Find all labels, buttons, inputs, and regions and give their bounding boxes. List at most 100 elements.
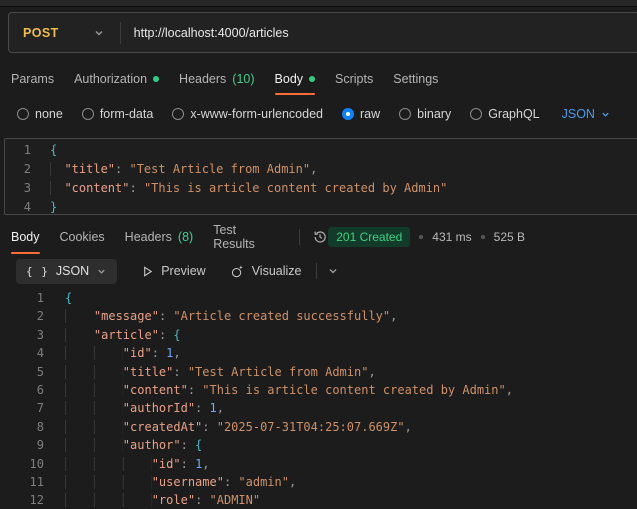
status-badge[interactable]: 201 Created xyxy=(328,226,411,247)
line-number: 4 xyxy=(36,346,44,361)
visualize-button[interactable]: Visualize xyxy=(230,264,302,279)
tab-scripts[interactable]: Scripts xyxy=(325,62,383,95)
response-toolbar: { } JSON Preview Visualize xyxy=(16,258,637,284)
code-text: "title": "Test Article from Admin", xyxy=(50,160,317,179)
language-select[interactable]: JSON xyxy=(562,107,611,121)
mode-raw[interactable]: raw xyxy=(342,107,380,121)
line-number: 4 xyxy=(23,200,31,214)
code-line: 3 "content": "This is article content cr… xyxy=(5,179,637,198)
mode-binary[interactable]: binary xyxy=(399,107,451,121)
code-line: 8 "createdAt": "2025-07-31T04:25:07.669Z… xyxy=(0,418,637,436)
mode-x-www-form-urlencoded[interactable]: x-www-form-urlencoded xyxy=(172,107,323,121)
chevron-down-icon xyxy=(602,112,609,117)
code-text: "username": "admin", xyxy=(65,473,296,491)
line-number: 5 xyxy=(36,364,44,379)
response-headers-count: (8) xyxy=(177,229,194,244)
response-tab-test-results[interactable]: Test Results xyxy=(203,219,291,254)
mode-none[interactable]: none xyxy=(17,107,63,121)
request-url-bar: POST http://localhost:4000/articles xyxy=(8,12,637,53)
code-text: "content": "This is article content crea… xyxy=(65,381,513,399)
radio-icon xyxy=(470,108,483,120)
code-text: "article": { xyxy=(65,326,181,344)
preview-button[interactable]: Preview xyxy=(141,264,206,278)
tab-body[interactable]: Body xyxy=(265,62,326,95)
mode-form-data[interactable]: form-data xyxy=(81,107,153,121)
code-line: 12 "role": "ADMIN" xyxy=(0,491,637,509)
response-size[interactable]: 525 B xyxy=(494,230,525,244)
code-text: { xyxy=(50,143,58,157)
code-text: "role": "ADMIN" xyxy=(65,491,260,509)
code-line: 10 "id": 1, xyxy=(0,455,637,473)
top-strip xyxy=(0,0,637,7)
code-line: 11 "username": "admin", xyxy=(0,473,637,491)
code-line: 5 "title": "Test Article from Admin", xyxy=(0,363,637,381)
code-line: 7 "authorId": 1, xyxy=(0,399,637,417)
code-text: "author": { xyxy=(65,436,202,454)
response-body-viewer[interactable]: 1 {2 "message": "Article created successf… xyxy=(0,289,637,509)
play-outline-icon xyxy=(141,265,154,278)
response-tab-headers[interactable]: Headers (8) xyxy=(115,219,204,254)
headers-count: (10) xyxy=(232,71,255,86)
response-meta: 201 Created 431 ms 525 B xyxy=(328,219,525,254)
visualize-sparkle-icon xyxy=(230,264,245,279)
response-tab-body[interactable]: Body xyxy=(1,219,50,254)
response-tab-cookies[interactable]: Cookies xyxy=(50,219,115,254)
code-text: } xyxy=(50,200,58,214)
request-body-editor[interactable]: 1{2 "title": "Test Article from Admin", 3… xyxy=(4,138,637,215)
code-line: 9 "author": { xyxy=(0,436,637,454)
code-text: { xyxy=(65,291,73,305)
line-number: 2 xyxy=(23,162,31,176)
response-header: Body Cookies Headers (8) Test Results 20… xyxy=(0,219,637,254)
url-divider xyxy=(119,21,121,44)
code-line: 2 "title": "Test Article from Admin", xyxy=(5,160,637,179)
mode-graphql[interactable]: GraphQL xyxy=(470,107,540,121)
braces-icon: { } xyxy=(26,264,49,278)
meta-separator-dot xyxy=(419,234,424,239)
code-line: 4 "id": 1, xyxy=(0,344,637,362)
chevron-down-icon[interactable] xyxy=(327,265,339,277)
tab-settings[interactable]: Settings xyxy=(383,62,448,95)
chevron-down-icon[interactable] xyxy=(93,27,105,39)
code-line: 1{ xyxy=(5,141,637,160)
tab-authorization[interactable]: Authorization xyxy=(64,62,169,95)
radio-icon xyxy=(399,108,412,120)
code-text: "message": "Article created successfully… xyxy=(65,307,397,325)
body-mode-row: none form-data x-www-form-urlencoded raw… xyxy=(17,99,637,129)
header-divider xyxy=(299,228,301,245)
line-number: 1 xyxy=(36,291,44,305)
line-number: 6 xyxy=(36,382,44,397)
code-text: "createdAt": "2025-07-31T04:25:07.669Z", xyxy=(65,418,412,436)
radio-selected-icon xyxy=(342,108,354,120)
radio-icon xyxy=(172,108,185,120)
code-line: 4} xyxy=(5,198,637,214)
radio-icon xyxy=(81,108,94,120)
tab-params[interactable]: Params xyxy=(1,62,64,95)
chevron-down-icon xyxy=(96,266,107,277)
method-selector[interactable]: POST xyxy=(9,26,59,40)
tab-headers[interactable]: Headers (10) xyxy=(169,62,264,95)
code-line: 3 "article": { xyxy=(0,326,637,344)
code-line: 2 "message": "Article created successful… xyxy=(0,307,637,325)
history-icon[interactable] xyxy=(312,219,328,254)
line-number: 9 xyxy=(36,438,44,453)
line-number: 12 xyxy=(29,493,44,508)
code-text: "id": 1, xyxy=(65,455,210,473)
response-time[interactable]: 431 ms xyxy=(432,230,471,244)
line-number: 1 xyxy=(23,143,31,157)
url-input[interactable]: http://localhost:4000/articles xyxy=(134,26,289,40)
line-number: 11 xyxy=(29,474,44,489)
line-number: 10 xyxy=(29,456,44,471)
code-text: "authorId": 1, xyxy=(65,399,224,417)
line-number: 3 xyxy=(36,327,44,342)
code-text: "content": "This is article content crea… xyxy=(50,179,447,198)
meta-separator-dot xyxy=(480,234,485,239)
line-number: 7 xyxy=(36,401,44,416)
response-format-button[interactable]: { } JSON xyxy=(16,258,118,284)
line-number: 3 xyxy=(23,181,31,195)
code-line: 6 "content": "This is article content cr… xyxy=(0,381,637,399)
code-text: "title": "Test Article from Admin", xyxy=(65,363,376,381)
green-dot-icon xyxy=(153,75,160,82)
toolbar-divider xyxy=(315,263,317,279)
green-dot-icon xyxy=(309,75,316,82)
request-tabs: Params Authorization Headers (10) Body S… xyxy=(1,62,637,95)
